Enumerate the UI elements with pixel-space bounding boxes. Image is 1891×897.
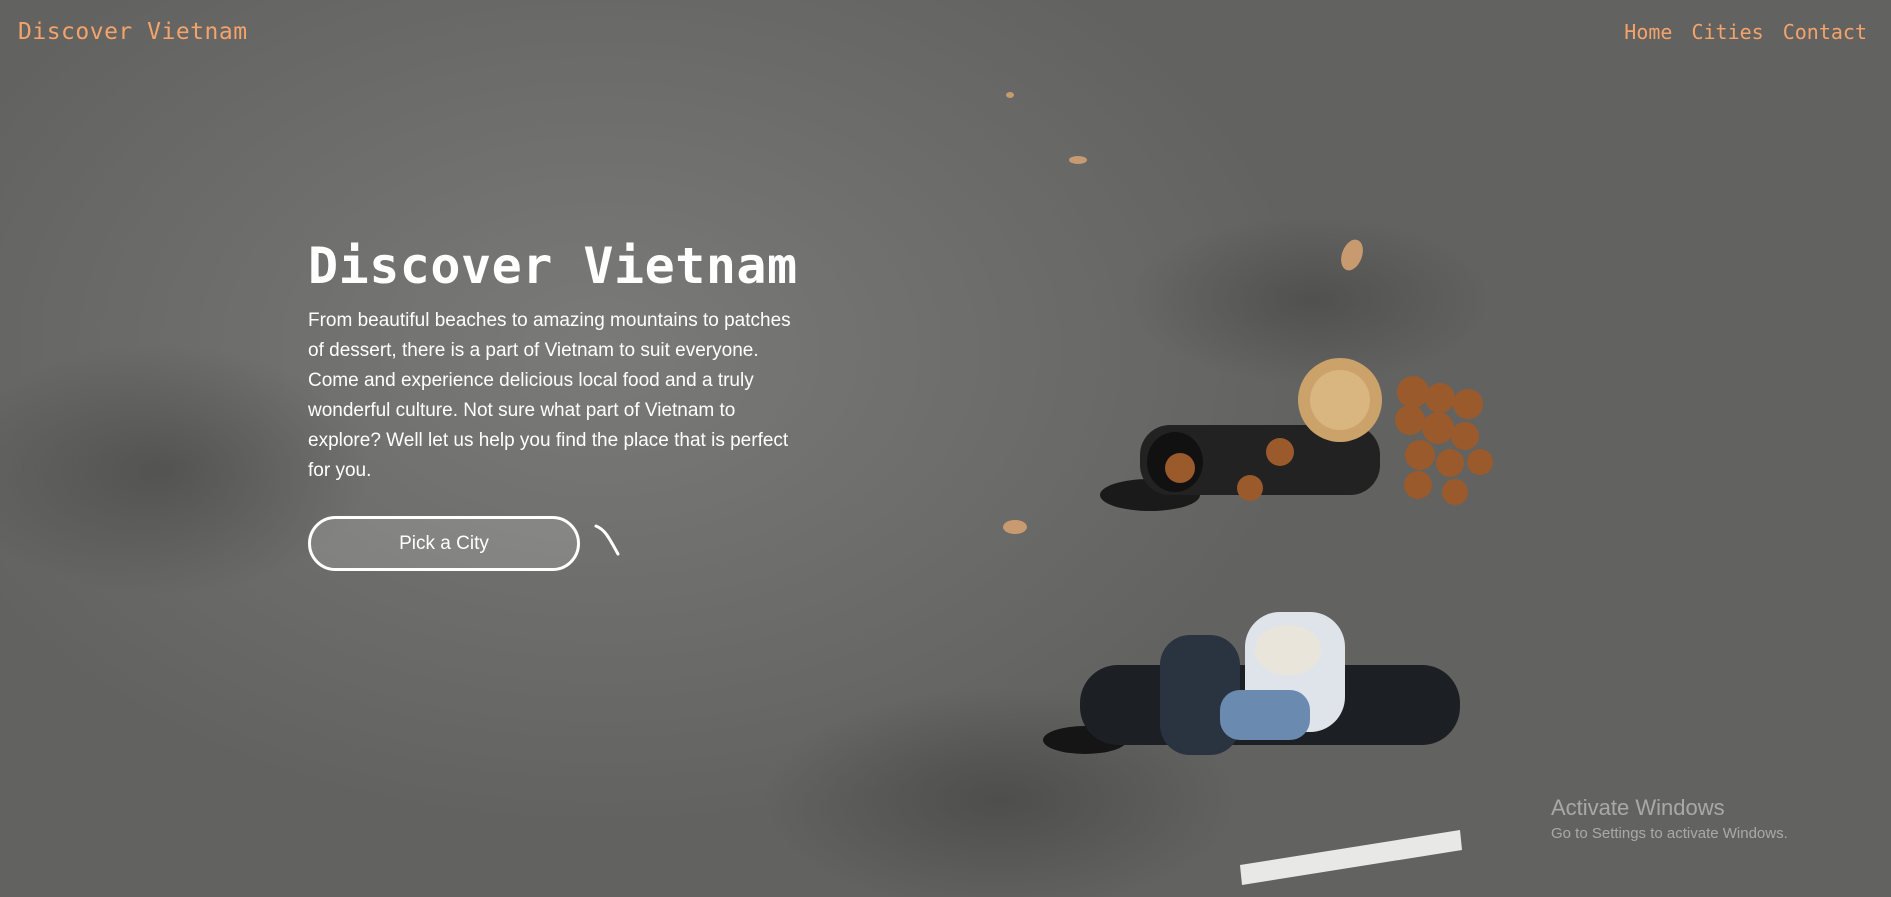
hero-description: From beautiful beaches to amazing mounta… xyxy=(308,310,791,481)
watermark-title: Activate Windows xyxy=(1551,795,1725,820)
nav-links: Home Cities Contact xyxy=(1624,20,1867,44)
top-navbar: Discover Vietnam Home Cities Contact xyxy=(0,0,1891,64)
motorbike-rider xyxy=(1043,612,1460,755)
pick-a-city-button[interactable]: Pick a City xyxy=(308,516,580,571)
activate-windows-watermark: Activate Windows Go to Settings to activ… xyxy=(1551,795,1788,842)
nav-link-cities[interactable]: Cities xyxy=(1691,20,1763,44)
hero-title: Discover Vietnam xyxy=(308,237,798,295)
nav-link-home[interactable]: Home xyxy=(1624,20,1672,44)
watermark-subtitle: Go to Settings to activate Windows. xyxy=(1551,825,1788,842)
road-marking xyxy=(1240,830,1462,885)
cta-row: Pick a City xyxy=(308,516,808,576)
brand-logo-link[interactable]: Discover Vietnam xyxy=(18,19,248,45)
background-photo xyxy=(1003,92,1493,885)
hero-section: Discover Vietnam From beautiful beaches … xyxy=(308,232,808,576)
arrow-stroke-icon xyxy=(594,524,620,556)
motorbike-coconut-seller xyxy=(1100,358,1493,511)
nav-link-contact[interactable]: Contact xyxy=(1783,20,1867,44)
